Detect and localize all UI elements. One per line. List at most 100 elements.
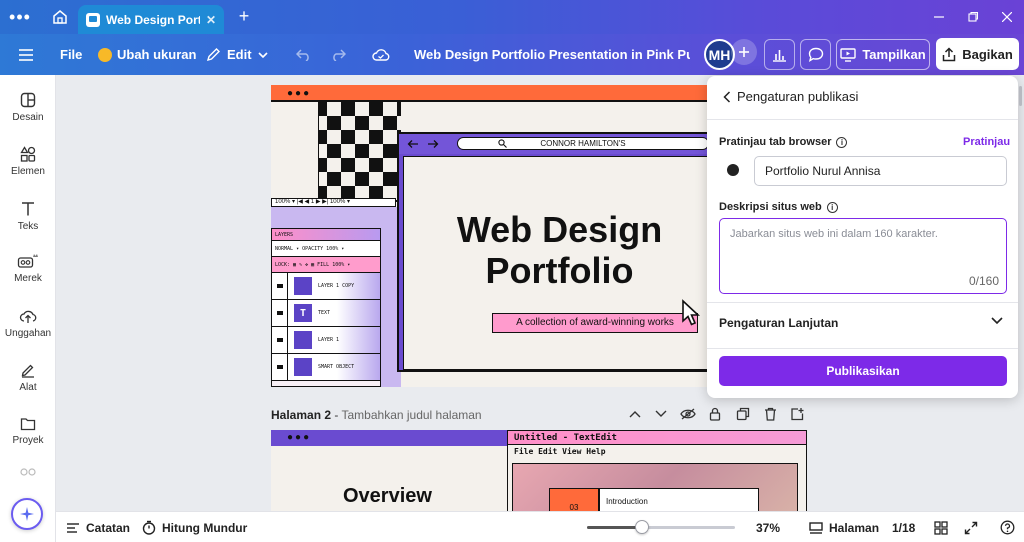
page-2-add-title[interactable]: Tambahkan judul halaman (342, 408, 482, 422)
crown-icon (98, 47, 112, 62)
sidebar-item-uploads[interactable]: Unggahan (0, 308, 56, 358)
minimize-icon[interactable] (922, 0, 956, 34)
file-menu[interactable]: File (60, 34, 82, 75)
layer-name: LAYER 1 (318, 337, 340, 343)
panel-scrollbar[interactable] (1019, 86, 1022, 106)
back-button[interactable]: Pengaturan publikasi (723, 89, 858, 104)
divider (707, 348, 1018, 349)
edit-menu[interactable]: Edit (206, 34, 268, 75)
present-icon (840, 47, 857, 62)
notes-button[interactable]: Catatan (66, 512, 130, 542)
favicon-icon (727, 164, 739, 176)
bottom-bar: Catatan Hitung Mundur 37% Halaman 1/18 (56, 511, 1024, 542)
sidebar-item-label: Alat (19, 382, 37, 393)
sidebar-item-projects[interactable]: Proyek (0, 416, 56, 466)
sidebar-item-design[interactable]: Desain (0, 92, 56, 142)
layers-lock-row: LOCK: ▦ ✎ ✥ ▦ FILL 100% ▾ (272, 257, 380, 273)
intro-number: 03 (549, 488, 599, 511)
preview-link[interactable]: Pratinjau (963, 136, 1010, 148)
layer-name: SMART OBJECT (318, 364, 355, 370)
share-button[interactable]: Bagikan (936, 38, 1019, 70)
undo-icon[interactable] (296, 34, 312, 75)
present-button[interactable]: Tampilkan (836, 39, 930, 70)
add-collaborator-button[interactable] (731, 39, 757, 65)
insights-button[interactable] (764, 39, 795, 70)
resize-button[interactable]: Ubah ukuran (98, 34, 196, 75)
divider (707, 302, 1018, 303)
chevron-down-icon[interactable] (653, 406, 669, 422)
slide-2[interactable]: ●●● Overview Untitled - TextEdit File Ed… (271, 430, 807, 511)
arrow-right-icon (428, 140, 439, 148)
hide-page-icon[interactable] (680, 406, 696, 422)
page-2-header[interactable]: Halaman 2 - Tambahkan judul halaman (271, 408, 482, 422)
zoom-slider[interactable] (587, 520, 735, 534)
chevron-left-icon (723, 90, 731, 103)
comment-icon (808, 47, 823, 62)
duplicate-icon[interactable] (735, 406, 751, 422)
trash-icon[interactable] (762, 406, 778, 422)
plus-icon (739, 47, 749, 57)
magic-assistant-button[interactable] (11, 498, 43, 530)
layer-row: LAYER 1 (272, 326, 380, 354)
page-count: 1/18 (892, 520, 916, 535)
add-page-icon[interactable] (789, 406, 805, 422)
layer-name: LAYER 1 COPY (318, 283, 355, 289)
comment-button[interactable] (800, 39, 831, 70)
zoom-handle[interactable] (634, 520, 649, 534)
timer-icon (142, 520, 156, 535)
publish-button[interactable]: Publikasikan (719, 356, 1007, 386)
menu-icon[interactable] (18, 34, 34, 75)
sidebar-item-label: Unggahan (4, 328, 52, 339)
folder-icon (20, 418, 36, 431)
grid-view-icon[interactable] (934, 512, 948, 542)
pages-button[interactable]: Halaman (809, 512, 879, 542)
publish-settings-panel: Pengaturan publikasi Pratinjau tab brows… (707, 76, 1018, 398)
more-icon[interactable]: ••• (0, 0, 40, 34)
sidebar-item-label: Merek (14, 273, 42, 284)
chevron-up-icon[interactable] (627, 406, 643, 422)
layers-panel-graphic: LAYERS NORMAL ▾ OPACITY 100% ▾ LOCK: ▦ ✎… (271, 228, 381, 387)
fullscreen-icon[interactable] (964, 512, 978, 542)
eye-icon (272, 353, 288, 381)
char-counter: 0/160 (969, 274, 1000, 288)
restore-icon[interactable] (956, 0, 990, 34)
tools-icon (21, 364, 34, 378)
chevron-down-icon[interactable] (991, 317, 1003, 325)
slide-subtitle: A collection of award-winning works (492, 313, 698, 333)
timer-button[interactable]: Hitung Mundur (142, 512, 247, 542)
zoom-value[interactable]: 37% (756, 512, 780, 542)
info-icon[interactable]: i (836, 136, 848, 148)
browser-tab[interactable]: Web Design Portfol... ✕ (78, 5, 224, 34)
help-icon[interactable] (1000, 512, 1015, 542)
sidebar-item-elements[interactable]: Elemen (0, 146, 56, 196)
present-label: Tampilkan (862, 47, 926, 62)
cloud-saved-icon[interactable] (372, 34, 390, 75)
layer-name: TEXT (318, 310, 331, 316)
chevron-down-icon (257, 51, 268, 58)
cursor-arrow-icon (682, 299, 701, 326)
browser-tab-title-input[interactable] (754, 156, 1007, 186)
apps-icon (20, 468, 36, 476)
advanced-settings-toggle[interactable]: Pengaturan Lanjutan (719, 316, 838, 330)
sidebar-item-label: Proyek (12, 435, 44, 446)
document-title[interactable]: Web Design Portfolio Presentation in Pin… (414, 34, 690, 75)
sidebar-more-apps[interactable] (0, 468, 56, 482)
ruler-panel (271, 102, 319, 207)
new-tab-button[interactable]: + (234, 6, 254, 27)
page-title-separator: - (334, 408, 342, 422)
sidebar-item-label: Desain (12, 112, 44, 123)
divider (707, 119, 1018, 120)
slide-title-line-2: Portfolio (485, 250, 634, 291)
close-icon[interactable]: ✕ (206, 13, 216, 27)
sidebar-item-text[interactable]: Teks (0, 201, 56, 251)
window-close-icon[interactable] (990, 0, 1024, 34)
lock-icon[interactable] (707, 406, 723, 422)
home-icon[interactable] (40, 0, 80, 34)
sidebar-item-tools[interactable]: Alat (0, 362, 56, 412)
site-description-input[interactable] (719, 218, 1007, 294)
brand-icon (17, 254, 38, 268)
address-text: CONNOR HAMILTON'S (540, 139, 626, 148)
sidebar-item-brand[interactable]: Merek (0, 253, 56, 303)
info-icon[interactable]: i (826, 201, 838, 213)
redo-icon[interactable] (330, 34, 346, 75)
